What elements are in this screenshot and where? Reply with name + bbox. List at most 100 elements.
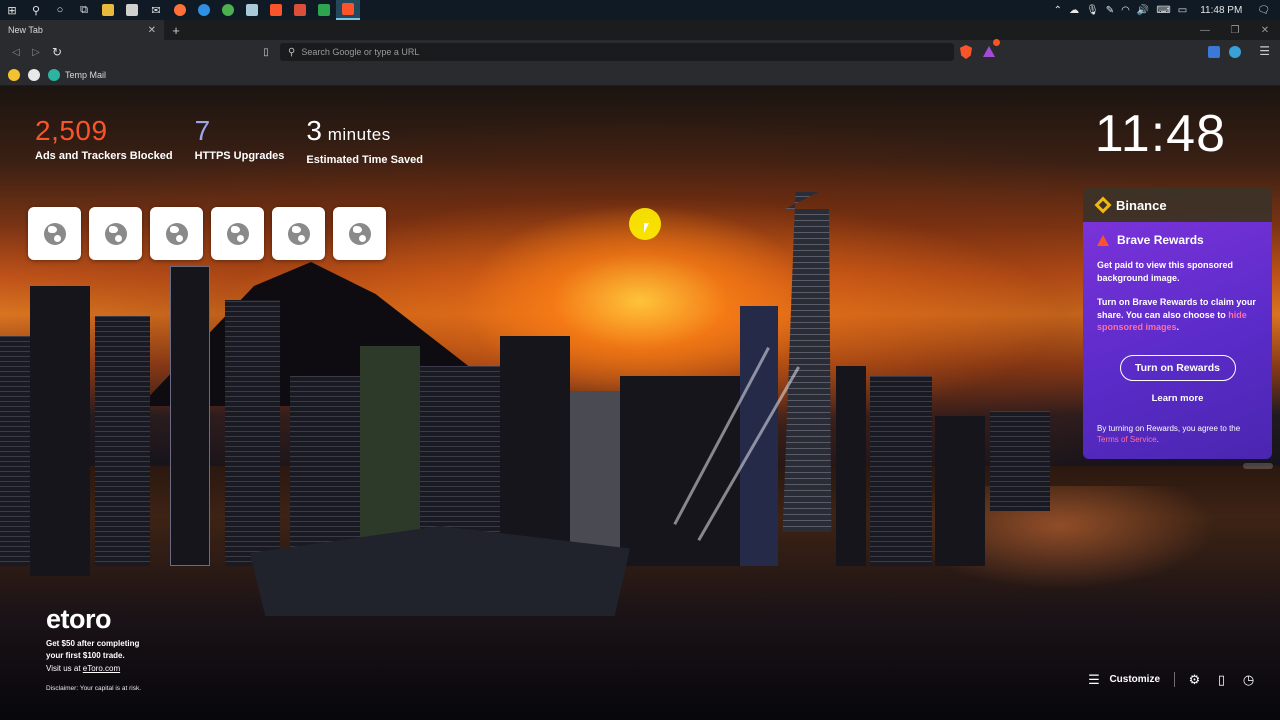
sliders-icon: ☰: [1088, 671, 1100, 687]
stat-https-upgrades: 7 HTTPS Upgrades: [195, 114, 285, 166]
restore-icon[interactable]: ❐: [1220, 20, 1250, 40]
minimize-icon[interactable]: —: [1190, 20, 1220, 40]
top-site-tile[interactable]: [28, 207, 81, 260]
chevron-up-icon[interactable]: ⌃: [1054, 5, 1062, 16]
stat-time-saved: 3 minutes Estimated Time Saved: [306, 114, 423, 166]
windows-start-icon[interactable]: ⊞: [0, 0, 24, 20]
store-icon[interactable]: [120, 0, 144, 20]
rewards-description: Get paid to view this sponsored backgrou…: [1097, 260, 1234, 283]
browser-toolbar: ◁ ▷ ↻ ▯ ⚲ ☰: [0, 39, 1280, 64]
skyline-building: [620, 376, 740, 566]
app-icon[interactable]: [288, 0, 312, 20]
card-body: Brave Rewards Get paid to view this spon…: [1083, 222, 1272, 459]
volume-icon[interactable]: 🔊: [1137, 5, 1149, 16]
brave-rewards-icon[interactable]: [983, 39, 1000, 57]
stat-value: 2,509: [35, 115, 108, 146]
taskbar-clock[interactable]: 11:48 PM: [1200, 5, 1242, 16]
brave-active-icon[interactable]: [336, 0, 360, 20]
wifi-icon[interactable]: ◠: [1121, 5, 1130, 16]
bookmark-label: Temp Mail: [65, 69, 107, 80]
skyline-building: [170, 266, 210, 566]
terms-note: By turning on Rewards, you agree to the …: [1097, 423, 1241, 444]
globe-icon: [104, 222, 127, 245]
turn-on-rewards-button[interactable]: Turn on Rewards: [1119, 354, 1236, 381]
globe-icon: [165, 222, 188, 245]
card-header-title[interactable]: Binance: [1116, 198, 1167, 213]
new-tab-button[interactable]: +: [168, 20, 184, 40]
globe-icon: [226, 222, 249, 245]
bookmark-globe-icon[interactable]: [28, 68, 40, 81]
brave-rewards-card: Binance Brave Rewards Get paid to view t…: [1083, 188, 1272, 459]
bookmark-temp-mail[interactable]: Temp Mail: [48, 68, 107, 81]
keyboard-icon[interactable]: ⌨: [1156, 5, 1170, 16]
etoro-logo: etoro: [46, 604, 112, 634]
skyline-building: [95, 316, 150, 566]
mail-icon[interactable]: ✉: [144, 0, 168, 20]
stat-label: HTTPS Upgrades: [194, 150, 285, 162]
card-collapse-handle[interactable]: [1243, 463, 1273, 469]
top-site-tile[interactable]: [211, 207, 264, 260]
tab-new-tab[interactable]: New Tab ✕: [0, 20, 164, 40]
history-icon[interactable]: ◷: [1241, 672, 1256, 687]
top-site-tile[interactable]: [89, 207, 142, 260]
sponsor-link[interactable]: eToro.com: [83, 664, 120, 673]
brave-shields-icon[interactable]: [960, 45, 972, 59]
green-app-icon[interactable]: [312, 0, 336, 20]
top-site-tile[interactable]: [150, 207, 203, 260]
chrome-icon[interactable]: [216, 0, 240, 20]
firefox-icon[interactable]: [168, 0, 192, 20]
learn-more-link[interactable]: Learn more: [1097, 393, 1258, 404]
skyline-building: [30, 286, 90, 576]
notes-icon[interactable]: [240, 0, 264, 20]
bookmark-icon[interactable]: ▯: [258, 44, 274, 60]
bookmarks-icon[interactable]: ▯: [1214, 672, 1229, 687]
menu-icon[interactable]: ☰: [1259, 44, 1270, 58]
bookmark-favicon[interactable]: [8, 68, 20, 81]
settings-icon[interactable]: ⚙: [1187, 672, 1202, 687]
search-icon[interactable]: ⚲: [24, 0, 48, 20]
top-site-tile[interactable]: [272, 207, 325, 260]
edge-icon[interactable]: [192, 0, 216, 20]
file-explorer-icon[interactable]: [96, 0, 120, 20]
translate-extension-icon[interactable]: [1208, 46, 1220, 58]
cloud-icon[interactable]: ☁: [1069, 5, 1079, 16]
top-site-tile[interactable]: [333, 207, 386, 260]
globe-icon: [43, 222, 66, 245]
settings-extension-icon[interactable]: [1229, 46, 1241, 58]
mic-icon[interactable]: 🎙: [1086, 5, 1099, 16]
customize-button[interactable]: ☰ Customize: [1086, 672, 1175, 687]
stat-label: Estimated Time Saved: [306, 154, 423, 166]
top-sites: [28, 207, 386, 260]
address-bar[interactable]: ⚲: [280, 43, 954, 61]
rewards-badge: [993, 39, 1000, 46]
stat-value: 3 minutes: [306, 115, 391, 146]
omnibox-input[interactable]: [301, 47, 902, 57]
binance-icon: [1094, 196, 1112, 214]
battery-icon[interactable]: ▭: [1178, 5, 1187, 16]
sponsor-etoro[interactable]: etoro Get $50 after completing your first…: [46, 604, 176, 692]
back-icon[interactable]: ◁: [8, 44, 24, 60]
tab-title: New Tab: [8, 25, 43, 35]
stat-value: 7: [194, 115, 211, 146]
skyline-tower: [782, 192, 832, 532]
terms-of-service-link[interactable]: Terms of Service: [1097, 435, 1157, 444]
task-view-icon[interactable]: ⧉: [72, 0, 96, 20]
skyline-building: [935, 416, 985, 566]
reload-icon[interactable]: ↻: [49, 44, 65, 60]
pen-icon[interactable]: ✎: [1106, 5, 1114, 16]
skyline-building: [225, 300, 280, 566]
skyline-building: [990, 411, 1050, 511]
brave-icon[interactable]: [264, 0, 288, 20]
ntp-footer: ☰ Customize ⚙ ▯ ◷: [1086, 672, 1256, 687]
brave-stats: 2,509 Ads and Trackers Blocked 7 HTTPS U…: [35, 114, 423, 166]
bat-icon: [1097, 234, 1109, 246]
cortana-icon[interactable]: ○: [48, 0, 72, 20]
bookmarks-bar: Temp Mail: [0, 64, 1280, 86]
globe-icon: [287, 222, 310, 245]
forward-icon[interactable]: ▷: [28, 44, 44, 60]
skyline-building: [570, 391, 620, 566]
rewards-instructions: Turn on Brave Rewards to claim your shar…: [1097, 297, 1256, 332]
close-tab-icon[interactable]: ✕: [148, 25, 156, 36]
close-window-icon[interactable]: ✕: [1250, 20, 1280, 40]
notifications-icon[interactable]: 🗨: [1257, 5, 1270, 16]
